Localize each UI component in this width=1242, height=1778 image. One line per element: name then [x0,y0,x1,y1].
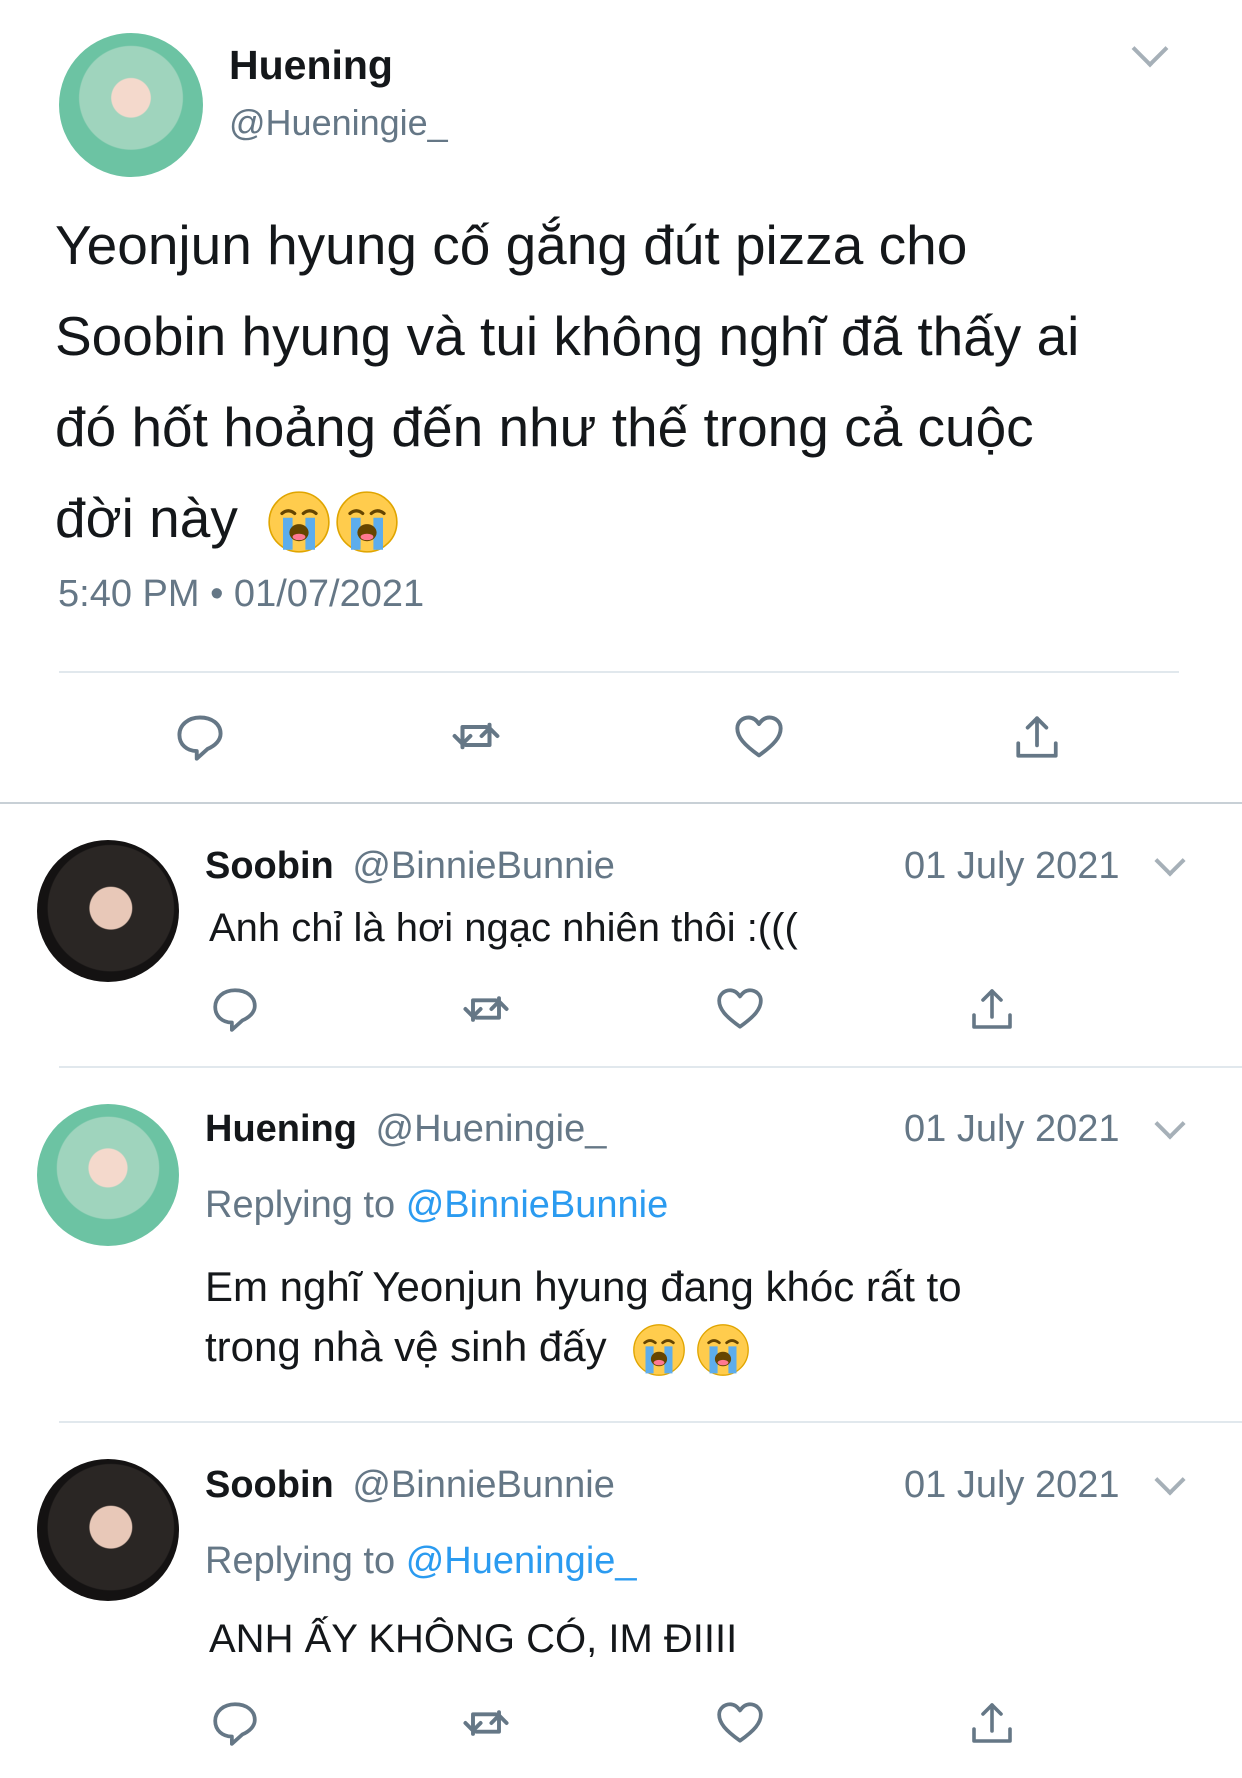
retweet-icon[interactable] [449,709,503,763]
reply-text: Em nghĩ Yeonjun hyung đang khóc rất to t… [205,1257,962,1377]
replying-to: Replying to @Hueningie_ [205,1540,637,1583]
reply-text: ANH ẤY KHÔNG CÓ, IM ĐIIII [209,1617,738,1661]
reply-header: Soobin @BinnieBunnie [205,845,615,888]
tweet-text-line-end: đời này [55,487,238,549]
share-icon[interactable] [968,1699,1016,1747]
reply-header: Huening @Hueningie_ [205,1108,606,1151]
avatar[interactable] [59,33,203,177]
display-name[interactable]: Soobin [205,1464,334,1506]
reply-icon[interactable] [174,711,226,763]
reply-icon[interactable] [210,984,260,1034]
tweet-text-line: đời này [55,473,1205,564]
avatar[interactable] [37,840,179,982]
user-handle[interactable]: @BinnieBunnie [352,845,615,887]
avatar[interactable] [37,1459,179,1601]
loudly-crying-face-emoji [267,490,331,554]
user-handle[interactable]: @BinnieBunnie [352,1464,615,1506]
reply-header: Soobin @BinnieBunnie [205,1464,615,1507]
tweet-text-line: Yeonjun hyung cố gắng đút pizza cho [55,214,968,276]
reply-date: 01 July 2021 [904,1108,1120,1150]
heart-icon[interactable] [715,984,765,1034]
loudly-crying-face-emoji [696,1323,750,1377]
chevron-down-icon[interactable] [1131,30,1169,68]
reply-text-line: trong nhà vệ sinh đấy [205,1317,962,1377]
chevron-down-icon[interactable] [1154,845,1186,877]
replying-to: Replying to @BinnieBunnie [205,1184,668,1227]
reply-text: Anh chỉ là hơi ngạc nhiên thôi :((( [209,906,798,950]
retweet-icon[interactable] [460,983,512,1035]
reply-text-line-end: trong nhà vệ sinh đấy [205,1323,607,1370]
replying-to-link[interactable]: @Hueningie_ [406,1540,637,1582]
divider [59,1421,1242,1423]
heart-icon[interactable] [733,711,785,763]
section-divider [0,802,1242,804]
tweet-timestamp[interactable]: 5:40 PM • 01/07/2021 [58,573,424,616]
tweet-text: Yeonjun hyung cố gắng đút pizza cho Soob… [55,200,1205,564]
loudly-crying-face-emoji [335,490,399,554]
replying-to-label: Replying to [205,1184,396,1226]
reply-date: 01 July 2021 [904,845,1120,887]
display-name[interactable]: Huening [229,42,393,89]
retweet-icon[interactable] [460,1697,512,1749]
chevron-down-icon[interactable] [1154,1464,1186,1496]
divider [59,1066,1242,1068]
user-handle[interactable]: @Hueningie_ [376,1108,607,1150]
replying-to-label: Replying to [205,1540,396,1582]
tweet-text-line: Soobin hyung và tui không nghĩ đã thấy a… [55,305,1080,367]
reply-icon[interactable] [210,1698,260,1748]
user-handle[interactable]: @Hueningie_ [229,102,448,144]
replying-to-link[interactable]: @BinnieBunnie [406,1184,669,1226]
display-name[interactable]: Huening [205,1108,357,1150]
chevron-down-icon[interactable] [1154,1108,1186,1140]
heart-icon[interactable] [715,1698,765,1748]
avatar[interactable] [37,1104,179,1246]
display-name[interactable]: Soobin [205,845,334,887]
tweet-text-line: đó hốt hoảng đến như thế trong cả cuộc [55,396,1034,458]
divider [59,671,1179,673]
reply-text-line: Em nghĩ Yeonjun hyung đang khóc rất to [205,1263,962,1310]
loudly-crying-face-emoji [632,1323,686,1377]
share-icon[interactable] [1012,712,1062,762]
share-icon[interactable] [968,985,1016,1033]
reply-date: 01 July 2021 [904,1464,1120,1506]
